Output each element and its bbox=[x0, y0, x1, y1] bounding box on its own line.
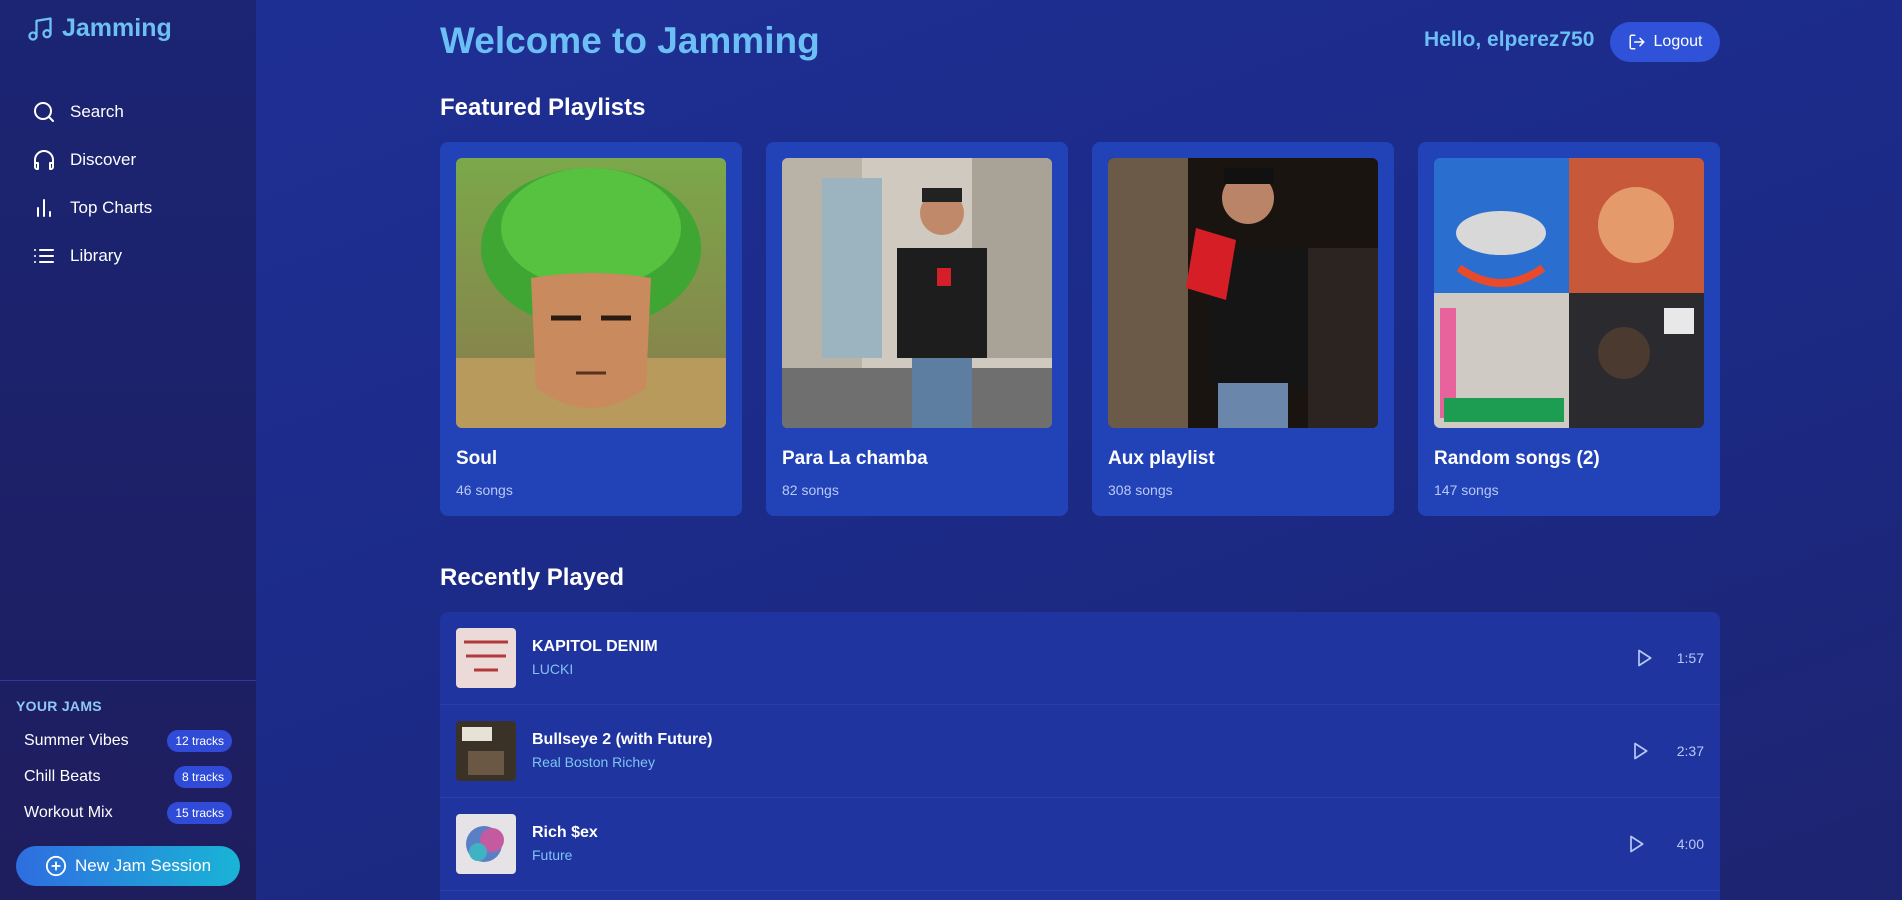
jam-name: Summer Vibes bbox=[24, 732, 129, 749]
new-jam-session-button[interactable]: New Jam Session bbox=[16, 846, 240, 886]
playlist-card-aux-playlist[interactable]: Aux playlist 308 songs bbox=[1092, 142, 1394, 516]
playlist-cover-image bbox=[782, 158, 1052, 428]
track-title: Bullseye 2 (with Future) bbox=[532, 731, 713, 748]
headphones-icon bbox=[34, 150, 54, 170]
track-duration: 4:00 bbox=[1676, 836, 1704, 852]
nav-item-library[interactable]: Library bbox=[32, 232, 152, 280]
sidebar-divider bbox=[0, 680, 256, 681]
main-content: Welcome to Jamming Hello, elperez750 Log… bbox=[256, 0, 1902, 900]
jam-track-count-badge: 8 tracks bbox=[173, 766, 232, 788]
nav-label: Discover bbox=[70, 150, 137, 169]
track-duration: 2:37 bbox=[1676, 743, 1704, 759]
nav-item-discover[interactable]: Discover bbox=[32, 136, 152, 184]
playlist-cover bbox=[782, 158, 1052, 428]
track-title: Rich $ex bbox=[532, 824, 598, 841]
nav-label: Top Charts bbox=[70, 198, 153, 217]
track-row[interactable]: Rich $ex Future 4:00 bbox=[440, 798, 1720, 891]
logout-button[interactable]: Logout bbox=[1610, 22, 1720, 62]
jam-item-chill-beats[interactable]: Chill Beats 8 tracks bbox=[16, 759, 232, 795]
play-icon[interactable] bbox=[1626, 834, 1646, 854]
playlist-cover-image bbox=[456, 158, 726, 428]
logout-label: Logout bbox=[1653, 33, 1703, 50]
app-name: Jamming bbox=[62, 14, 172, 42]
app-logo[interactable]: Jamming bbox=[26, 14, 172, 43]
playlist-cover bbox=[1434, 158, 1704, 428]
play-icon[interactable] bbox=[1634, 648, 1654, 668]
playlist-song-count: 147 songs bbox=[1434, 482, 1499, 498]
nav-item-top-charts[interactable]: Top Charts bbox=[32, 184, 152, 232]
jam-item-workout-mix[interactable]: Workout Mix 15 tracks bbox=[16, 795, 232, 831]
list-icon bbox=[34, 249, 54, 263]
album-art-image bbox=[456, 814, 516, 874]
playlist-card-soul[interactable]: Soul 46 songs bbox=[440, 142, 742, 516]
music-note-icon bbox=[28, 16, 52, 41]
playlist-cover-mosaic bbox=[1434, 158, 1704, 428]
playlist-song-count: 308 songs bbox=[1108, 482, 1173, 498]
playlist-card-para-la-chamba[interactable]: Para La chamba 82 songs bbox=[766, 142, 1068, 516]
main-nav: Search Discover Top Charts Library bbox=[32, 88, 152, 280]
playlist-cover bbox=[456, 158, 726, 428]
featured-playlists: Soul 46 songs Para La chamba 82 songs Au… bbox=[440, 142, 1720, 516]
track-artwork bbox=[456, 721, 516, 781]
bar-chart-icon bbox=[37, 199, 51, 217]
play-icon[interactable] bbox=[1630, 741, 1650, 761]
track-artwork bbox=[456, 628, 516, 688]
jam-item-summer-vibes[interactable]: Summer Vibes 12 tracks bbox=[16, 723, 232, 759]
jam-track-count-badge: 12 tracks bbox=[167, 730, 232, 752]
album-art-image bbox=[456, 628, 516, 688]
playlist-song-count: 46 songs bbox=[456, 482, 513, 498]
recently-played-heading: Recently Played bbox=[440, 564, 625, 591]
nav-label: Library bbox=[70, 246, 122, 265]
track-artwork bbox=[456, 814, 516, 874]
playlist-card-random-songs-2[interactable]: Random songs (2) 147 songs bbox=[1418, 142, 1720, 516]
playlist-title: Para La chamba bbox=[782, 448, 928, 469]
nav-item-search[interactable]: Search bbox=[32, 88, 152, 136]
track-artist[interactable]: Future bbox=[532, 847, 572, 863]
user-greeting: Hello, elperez750 bbox=[1424, 28, 1595, 51]
sidebar: Jamming Search Discover Top Charts Libra… bbox=[0, 0, 256, 900]
playlist-cover bbox=[1108, 158, 1378, 428]
plus-circle-icon bbox=[45, 855, 67, 877]
featured-playlists-heading: Featured Playlists bbox=[440, 94, 646, 121]
track-row[interactable]: Bullseye 2 (with Future) Real Boston Ric… bbox=[440, 705, 1720, 798]
jam-track-count-badge: 15 tracks bbox=[167, 802, 232, 824]
playlist-title: Soul bbox=[456, 448, 498, 469]
nav-label: Search bbox=[70, 102, 124, 121]
track-title: KAPITOL DENIM bbox=[532, 638, 658, 655]
page-title: Welcome to Jamming bbox=[440, 20, 820, 61]
track-row[interactable]: KAPITOL DENIM LUCKI 1:57 bbox=[440, 612, 1720, 705]
new-jam-session-label: New Jam Session bbox=[74, 856, 212, 875]
logout-icon bbox=[1629, 34, 1645, 50]
track-artist[interactable]: Real Boston Richey bbox=[532, 754, 655, 770]
recently-played-list: KAPITOL DENIM LUCKI 1:57 Bullseye 2 (wit… bbox=[440, 612, 1720, 900]
search-icon bbox=[34, 102, 54, 122]
playlist-song-count: 82 songs bbox=[782, 482, 839, 498]
playlist-title: Random songs (2) bbox=[1434, 448, 1600, 469]
jam-name: Chill Beats bbox=[24, 768, 101, 785]
playlist-cover-image bbox=[1108, 158, 1378, 428]
jam-name: Workout Mix bbox=[24, 804, 113, 821]
playlist-title: Aux playlist bbox=[1108, 448, 1215, 469]
your-jams-heading: YOUR JAMS bbox=[16, 698, 102, 714]
album-art-image bbox=[456, 721, 516, 781]
track-artist[interactable]: LUCKI bbox=[532, 661, 573, 677]
jams-list: Summer Vibes 12 tracks Chill Beats 8 tra… bbox=[16, 723, 232, 831]
track-duration: 1:57 bbox=[1676, 650, 1704, 666]
